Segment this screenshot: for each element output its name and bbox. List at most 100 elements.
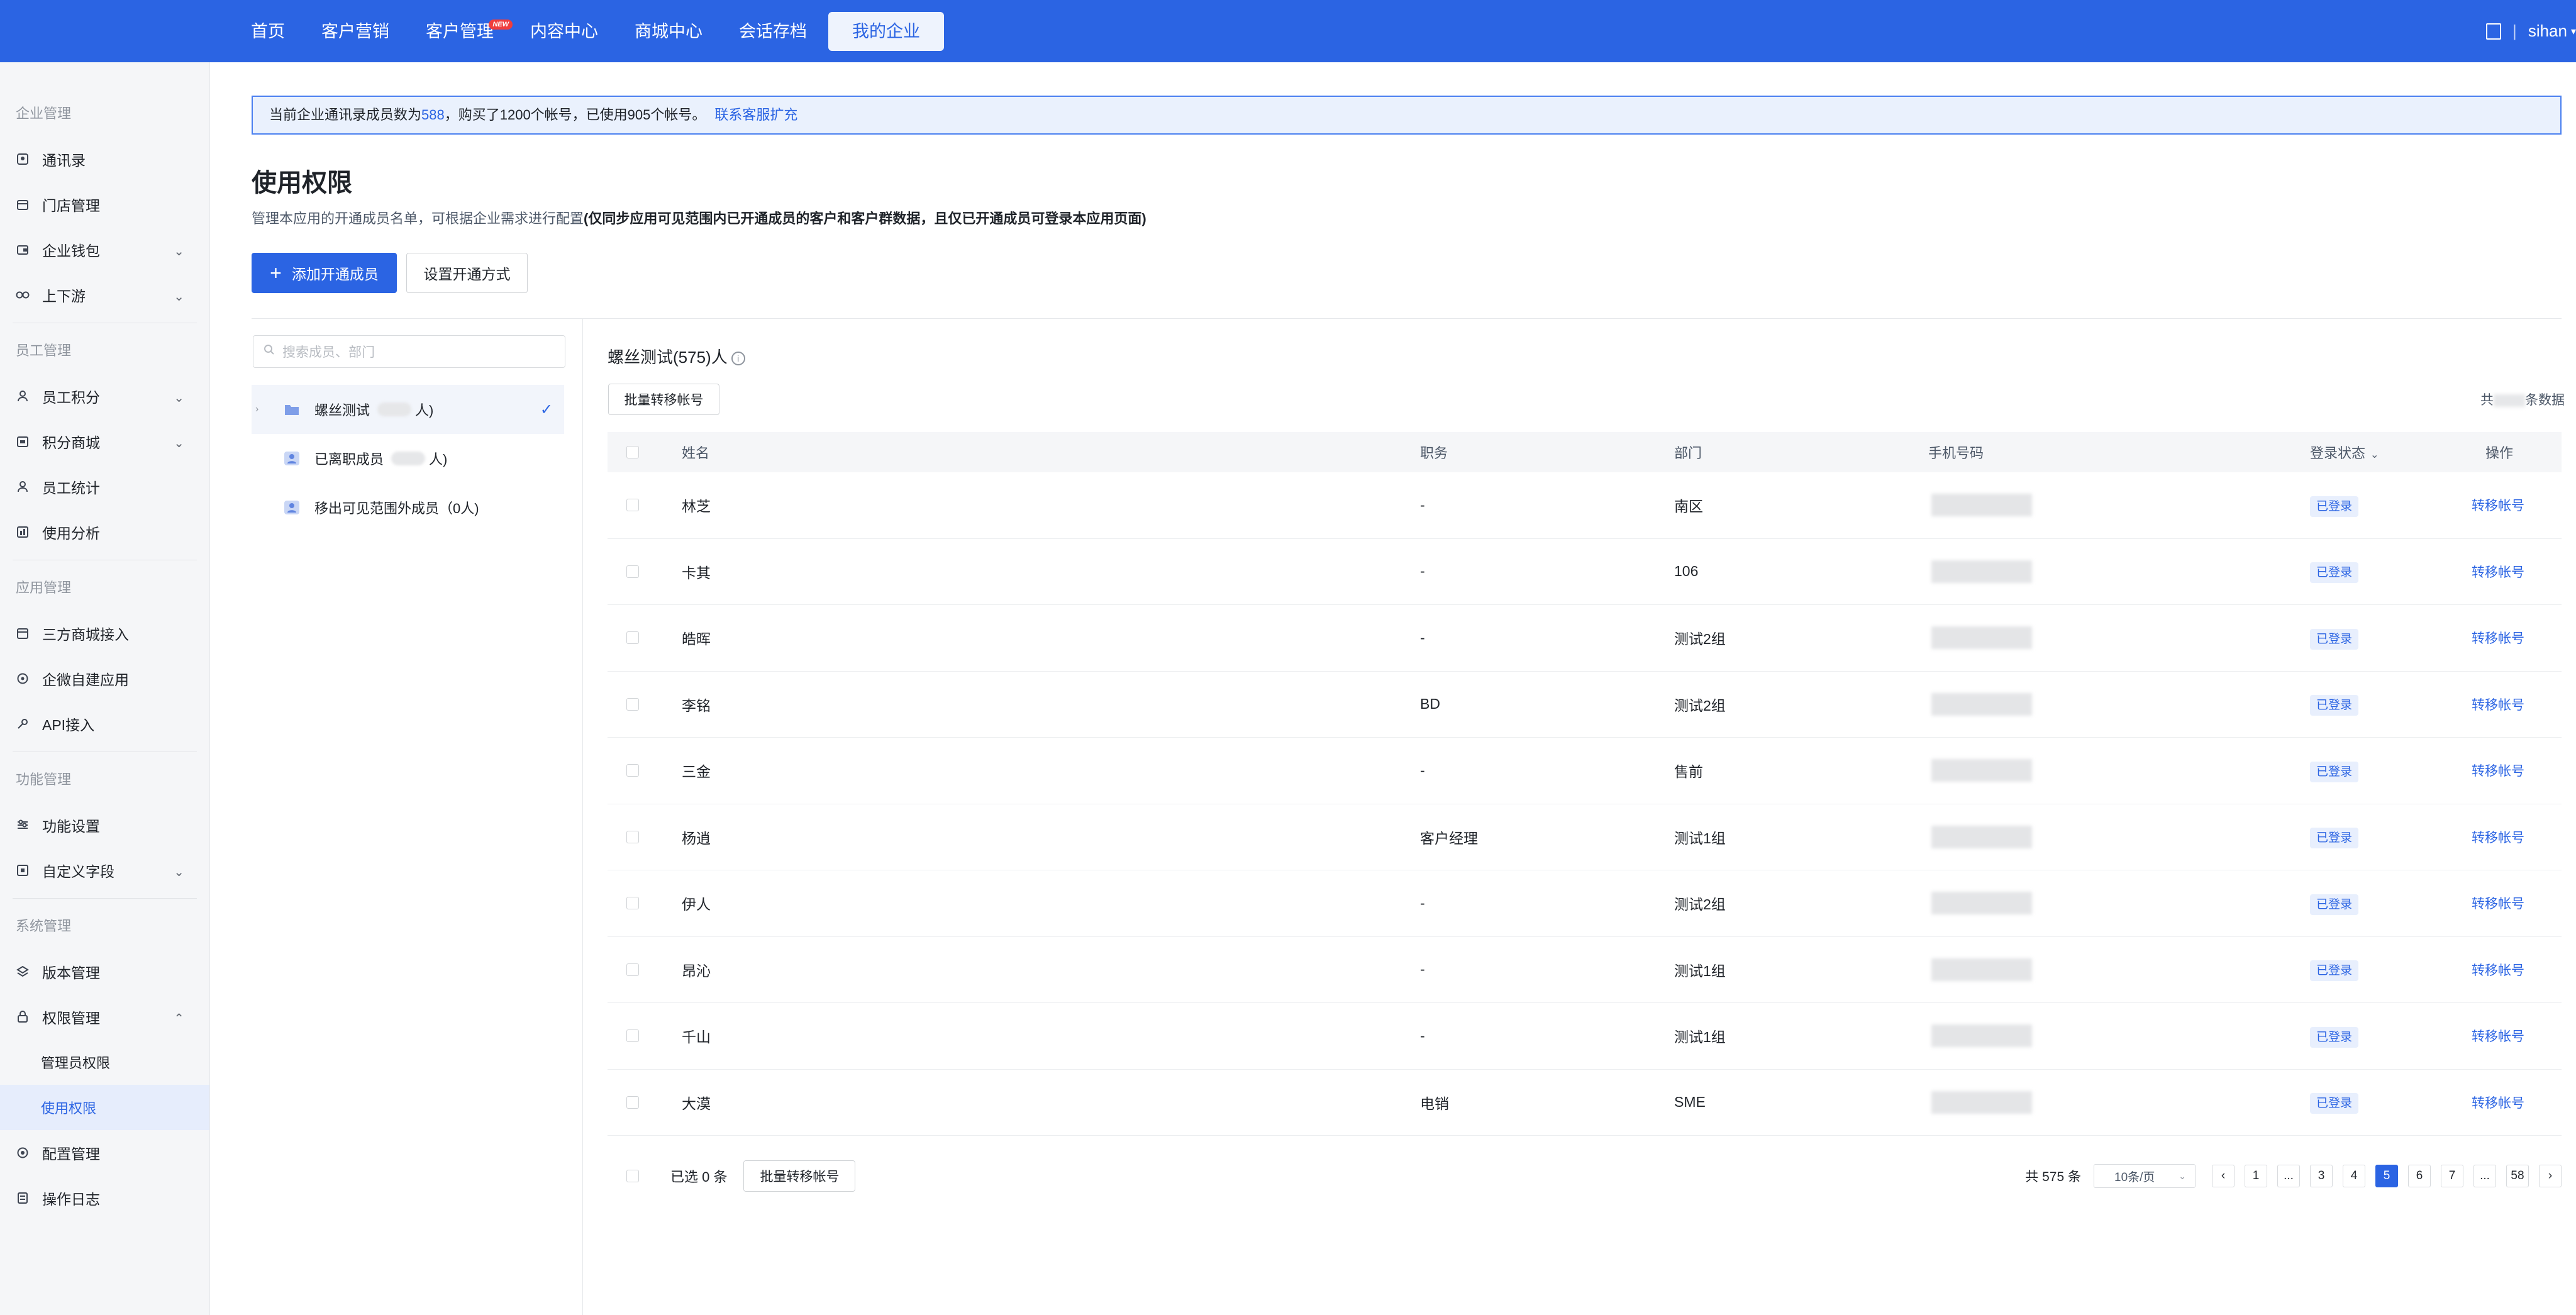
- page-button[interactable]: 7: [2441, 1165, 2463, 1187]
- transfer-account-link[interactable]: 转移帐号: [2472, 1093, 2524, 1112]
- row-checkbox[interactable]: [626, 565, 639, 578]
- nav-mall-center[interactable]: 商城中心: [619, 12, 718, 51]
- redacted-phone: [1931, 1090, 2032, 1114]
- row-checkbox[interactable]: [626, 1096, 639, 1109]
- add-member-button[interactable]: + 添加开通成员: [252, 253, 397, 293]
- nav-session-archive[interactable]: 会话存档: [724, 12, 822, 51]
- contact-support-link[interactable]: 联系客服扩充: [714, 107, 797, 123]
- sidebar-item-label: 配置管理: [42, 1146, 100, 1162]
- page-button[interactable]: 3: [2310, 1165, 2333, 1187]
- page-button[interactable]: 4: [2343, 1165, 2365, 1187]
- sidebar-item-wecom-app[interactable]: 企微自建应用: [0, 656, 209, 701]
- list-title-text: 螺丝测试(575)人: [608, 348, 728, 367]
- tree-node-out-of-scope[interactable]: 移出可见范围外成员（0人): [252, 483, 564, 532]
- nav-customer-marketing[interactable]: 客户营销: [306, 12, 404, 51]
- sidebar-item-version[interactable]: 版本管理: [0, 949, 209, 994]
- row-checkbox[interactable]: [626, 1029, 639, 1043]
- nav-content-center[interactable]: 内容中心: [515, 12, 613, 51]
- sidebar-item-label: 员工统计: [42, 480, 100, 496]
- sidebar-item-third-party-mall[interactable]: 三方商城接入: [0, 611, 209, 656]
- footer-select-checkbox[interactable]: [626, 1170, 639, 1182]
- transfer-account-link[interactable]: 转移帐号: [2472, 496, 2524, 514]
- row-checkbox[interactable]: [626, 963, 639, 976]
- redacted-total: [2494, 394, 2525, 408]
- page-size-select[interactable]: 10条/页 ⌄: [2094, 1164, 2196, 1188]
- sidebar-item-store[interactable]: 门店管理: [0, 182, 209, 227]
- cell-login-status: 已登录: [2310, 496, 2359, 517]
- caret-right-icon[interactable]: ›: [255, 404, 258, 415]
- nav-customer-management[interactable]: 客户管理 NEW: [411, 12, 513, 51]
- user-card-icon: [284, 501, 299, 514]
- cell-login-status: 已登录: [2310, 960, 2359, 982]
- row-checkbox[interactable]: [626, 631, 639, 645]
- user-name[interactable]: sihan: [2528, 21, 2567, 41]
- check-icon: ✓: [540, 401, 553, 418]
- tree-node-resigned[interactable]: 已离职成员 人): [252, 434, 564, 483]
- transfer-account-link[interactable]: 转移帐号: [2472, 761, 2524, 780]
- book-icon[interactable]: [2486, 23, 2502, 40]
- batch-transfer-button-footer[interactable]: 批量转移帐号: [743, 1160, 856, 1192]
- table-row: 李铭 BD 测试2组 已登录 转移帐号: [608, 672, 2562, 738]
- row-checkbox[interactable]: [626, 499, 639, 512]
- search-placeholder: 搜索成员、部门: [282, 345, 375, 360]
- transfer-account-link[interactable]: 转移帐号: [2472, 1026, 2524, 1045]
- chevron-down-icon[interactable]: ▾: [2571, 25, 2576, 38]
- sidebar-item-wallet[interactable]: 企业钱包 ⌄: [0, 227, 209, 272]
- select-all-checkbox[interactable]: [626, 446, 639, 458]
- row-checkbox[interactable]: [626, 764, 639, 777]
- page-ellipsis[interactable]: ...: [2473, 1165, 2496, 1187]
- row-checkbox[interactable]: [626, 830, 639, 843]
- prev-page-button[interactable]: ‹: [2212, 1165, 2235, 1187]
- transfer-account-link[interactable]: 转移帐号: [2472, 828, 2524, 846]
- page-button[interactable]: 58: [2506, 1165, 2529, 1187]
- table-body: 林芝 - 南区 已登录 转移帐号 卡其 -106 已登录 转移帐号 皓晖 - 测试2组 已登录 转移帐号李…: [608, 472, 2562, 1136]
- transfer-account-link[interactable]: 转移帐号: [2472, 695, 2524, 714]
- cell-role: -: [1420, 629, 1425, 646]
- row-checkbox[interactable]: [626, 697, 639, 711]
- tree-node-luosi[interactable]: › 螺丝测试 人) ✓: [252, 385, 564, 434]
- transfer-account-link[interactable]: 转移帐号: [2472, 960, 2524, 979]
- sidebar-item-staff-stats[interactable]: 员工统计: [0, 464, 209, 509]
- col-login-status[interactable]: 登录状态 ⌄: [2310, 442, 2379, 462]
- sidebar-item-admin-permissions[interactable]: 管理员权限: [0, 1040, 209, 1085]
- sidebar-item-operation-log[interactable]: 操作日志: [0, 1175, 209, 1221]
- page-ellipsis[interactable]: ...: [2277, 1165, 2300, 1187]
- sidebar-item-api[interactable]: API接入: [0, 701, 209, 746]
- sidebar-item-points-mall[interactable]: 积分商城 ⌄: [0, 419, 209, 464]
- sidebar-item-permissions[interactable]: 权限管理 ⌃: [0, 994, 209, 1040]
- next-page-button[interactable]: ›: [2539, 1165, 2562, 1187]
- status-badge: 已登录: [2310, 628, 2359, 650]
- page-button[interactable]: 5: [2375, 1165, 2398, 1187]
- redacted-phone: [1931, 825, 2032, 848]
- sidebar-item-label: 通讯录: [42, 152, 86, 169]
- tree-node-suffix: 人): [415, 402, 434, 418]
- col-dept: 部门: [1674, 445, 1702, 461]
- mall-icon: [16, 435, 30, 448]
- batch-transfer-button-top[interactable]: 批量转移帐号: [608, 384, 719, 415]
- sidebar-item-upstream[interactable]: 上下游 ⌄: [0, 272, 209, 318]
- transfer-account-link[interactable]: 转移帐号: [2472, 562, 2524, 581]
- tree-node-suffix: 人): [429, 452, 448, 467]
- cell-dept: 测试1组: [1674, 1029, 1726, 1046]
- sidebar-item-config[interactable]: 配置管理: [0, 1130, 209, 1175]
- transfer-account-link[interactable]: 转移帐号: [2472, 894, 2524, 913]
- sidebar-item-usage-analysis[interactable]: 使用分析: [0, 509, 209, 555]
- sidebar-item-staff-points[interactable]: 员工积分 ⌄: [0, 374, 209, 419]
- sidebar-item-label: 权限管理: [42, 1010, 100, 1026]
- page-button[interactable]: 1: [2245, 1165, 2267, 1187]
- setup-method-button[interactable]: 设置开通方式: [406, 253, 528, 293]
- row-checkbox[interactable]: [626, 897, 639, 910]
- sidebar-item-custom-fields[interactable]: 自定义字段 ⌄: [0, 848, 209, 893]
- page-button[interactable]: 6: [2408, 1165, 2431, 1187]
- nav-my-enterprise[interactable]: 我的企业: [828, 11, 944, 51]
- nav-home[interactable]: 首页: [236, 12, 300, 51]
- sidebar-item-feature-settings[interactable]: 功能设置: [0, 802, 209, 848]
- info-icon[interactable]: i: [731, 352, 745, 366]
- member-search-input[interactable]: 搜索成员、部门: [253, 335, 565, 368]
- sidebar-item-contacts[interactable]: 通讯录: [0, 136, 209, 182]
- transfer-account-link[interactable]: 转移帐号: [2472, 628, 2524, 647]
- sidebar-item-label: 三方商城接入: [42, 626, 129, 643]
- lock-icon: [16, 1010, 30, 1024]
- col-operation: 操作: [2485, 445, 2514, 461]
- sidebar-item-usage-permissions[interactable]: 使用权限: [0, 1085, 209, 1130]
